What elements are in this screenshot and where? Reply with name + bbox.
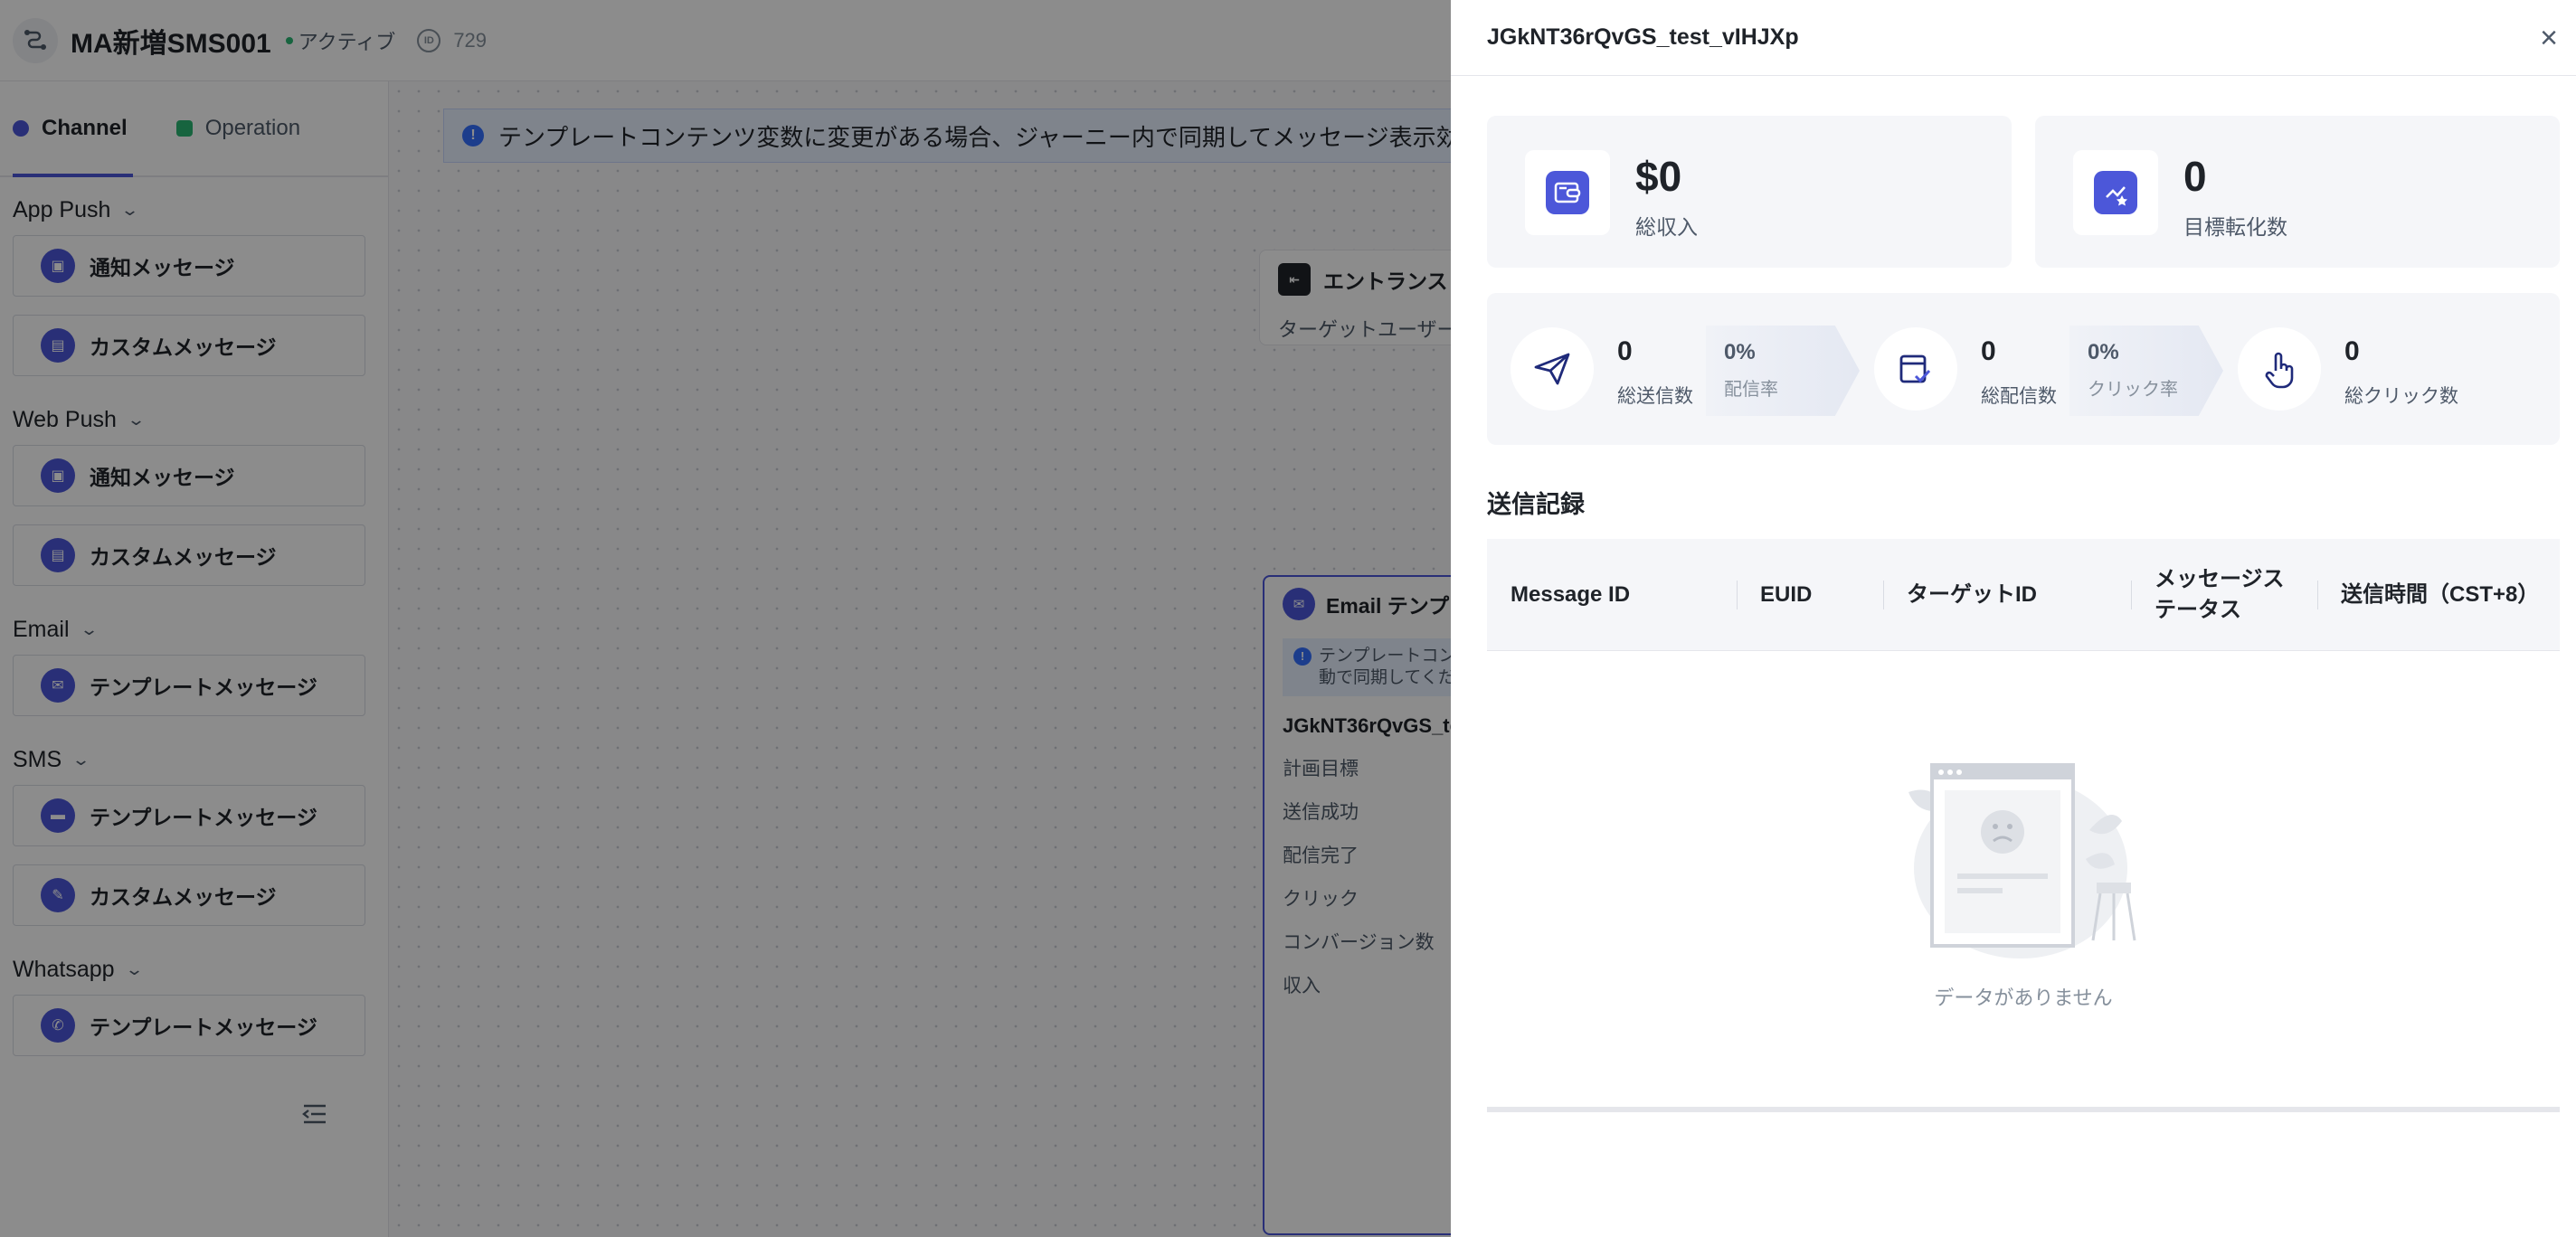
empty-text: データがありません [1934, 987, 2113, 1009]
total-clicks-label: 総クリック数 [2344, 386, 2458, 407]
delivery-funnel: 0 総送信数 0% 配信率 0 総配信数 0% クリック率 0 総クリック数 [1487, 293, 2560, 445]
delivery-rate-label: 配信率 [1724, 380, 1778, 400]
drawer-header: JGkNT36rQvGS_test_vIHJXp [1451, 0, 2576, 76]
click-rate-value: 0% [2088, 340, 2119, 364]
kpi-value: 0 [2183, 153, 2207, 200]
kpi-label: 総収入 [1635, 215, 1698, 239]
kpi-total-revenue: $0 総収入 [1487, 116, 2012, 268]
column-message-status-label: メッセージステータス [2155, 566, 2285, 622]
records-title: 送信記録 [1487, 491, 1585, 518]
column-euid: EUID [1737, 539, 1883, 650]
delivery-rate-value: 0% [1724, 340, 1756, 364]
paper-plane-icon [1511, 327, 1594, 411]
column-message-status: メッセージステータス [2131, 539, 2317, 650]
total-sent-label: 総送信数 [1617, 386, 1693, 407]
kpi-label: 目標転化数 [2183, 215, 2287, 239]
kpi-value: $0 [1635, 153, 1682, 200]
total-clicks-value: 0 [2344, 336, 2360, 366]
message-stats-drawer: JGkNT36rQvGS_test_vIHJXp × $0 総収入 0 目標転化… [1451, 0, 2576, 1237]
empty-illustration-icon [1908, 763, 2136, 958]
total-delivered-label: 総配信数 [1981, 386, 2057, 407]
total-delivered-value: 0 [1981, 336, 1996, 366]
close-icon[interactable]: × [2533, 22, 2565, 54]
click-rate-label: クリック率 [2088, 380, 2178, 400]
total-sent-value: 0 [1617, 336, 1633, 366]
tap-icon [2238, 327, 2321, 411]
chart-star-icon [2073, 150, 2158, 235]
column-send-time: 送信時間（CST+8） [2317, 539, 2560, 650]
drawer-title: JGkNT36rQvGS_test_vIHJXp [1487, 24, 1799, 50]
click-rate-arrow [2069, 326, 2223, 416]
column-message-id: Message ID [1511, 581, 1631, 607]
delivered-icon [1874, 327, 1957, 411]
delivery-rate-arrow [1706, 326, 1860, 416]
table-header: Message ID EUID ターゲットID メッセージステータス 送信時間（… [1487, 539, 2560, 651]
wallet-icon [1525, 150, 1610, 235]
empty-state: データがありません [1487, 651, 2560, 1112]
send-records-table: Message ID EUID ターゲットID メッセージステータス 送信時間（… [1487, 539, 2560, 1112]
kpi-target-conversions: 0 目標転化数 [2035, 116, 2560, 268]
column-target-id: ターゲットID [1883, 539, 2131, 650]
